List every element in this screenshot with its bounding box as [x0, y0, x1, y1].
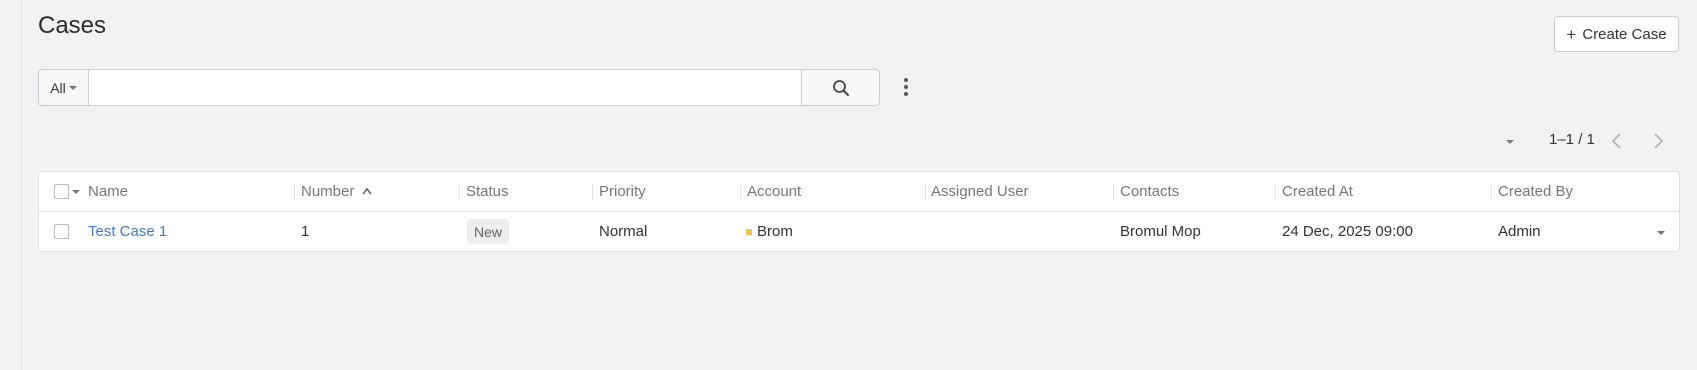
- column-header-number-label: Number: [301, 183, 355, 200]
- create-case-label: Create Case: [1582, 25, 1667, 43]
- column-header-priority[interactable]: Priority: [599, 183, 646, 200]
- column-header-created-by[interactable]: Created By: [1498, 183, 1573, 200]
- chevron-right-icon[interactable]: [1651, 131, 1665, 151]
- column-divider: [592, 184, 593, 200]
- column-header-number[interactable]: Number: [301, 183, 373, 200]
- filter-dropdown-button[interactable]: All: [38, 69, 89, 106]
- column-header-account[interactable]: Account: [747, 183, 801, 200]
- case-number: 1: [301, 223, 310, 240]
- case-created-at: 24 Dec, 2025 09:00: [1282, 223, 1413, 240]
- plus-icon: +: [1566, 24, 1577, 44]
- column-header-name[interactable]: Name: [88, 183, 128, 200]
- column-header-status[interactable]: Status: [466, 183, 509, 200]
- account-color-marker: [746, 229, 752, 235]
- caret-down-icon: [68, 85, 77, 90]
- search-icon: [832, 79, 849, 96]
- column-divider: [1275, 184, 1276, 200]
- page-title: Cases: [38, 12, 107, 39]
- case-name-link[interactable]: Test Case 1: [88, 223, 167, 240]
- case-contacts[interactable]: Bromul Mop: [1120, 223, 1201, 240]
- row-actions-caret-icon[interactable]: [1657, 231, 1665, 235]
- sort-asc-icon: [361, 187, 372, 195]
- table-header: Name Number Status Priority Account Assi…: [39, 172, 1679, 212]
- column-divider: [1491, 184, 1492, 200]
- left-sidebar-edge: [0, 0, 22, 370]
- column-divider: [740, 184, 741, 200]
- case-created-by[interactable]: Admin: [1498, 223, 1541, 240]
- select-all-caret-icon[interactable]: [72, 190, 80, 194]
- column-divider: [1113, 184, 1114, 200]
- cases-table: Name Number Status Priority Account Assi…: [38, 171, 1680, 252]
- case-account[interactable]: Brom: [757, 223, 793, 240]
- column-header-created-at[interactable]: Created At: [1282, 183, 1353, 200]
- select-all-checkbox[interactable]: [54, 184, 69, 199]
- column-divider: [294, 184, 295, 200]
- case-priority: Normal: [599, 223, 648, 240]
- row-checkbox[interactable]: [54, 224, 69, 239]
- create-case-button[interactable]: + Create Case: [1554, 16, 1679, 52]
- column-header-contacts[interactable]: Contacts: [1120, 183, 1179, 200]
- filter-label: All: [50, 79, 66, 96]
- search-input[interactable]: [89, 69, 802, 106]
- column-divider: [925, 184, 926, 200]
- kebab-menu-icon[interactable]: [900, 76, 912, 98]
- pagination-dropdown-caret-icon[interactable]: [1506, 140, 1514, 144]
- search-bar: All: [38, 69, 880, 106]
- column-divider: [459, 184, 460, 200]
- chevron-left-icon[interactable]: [1610, 131, 1624, 151]
- pagination-label: 1–1 / 1: [1549, 131, 1595, 148]
- status-badge: New: [467, 219, 510, 244]
- search-button[interactable]: [802, 69, 880, 106]
- column-header-assigned-user[interactable]: Assigned User: [931, 183, 1029, 200]
